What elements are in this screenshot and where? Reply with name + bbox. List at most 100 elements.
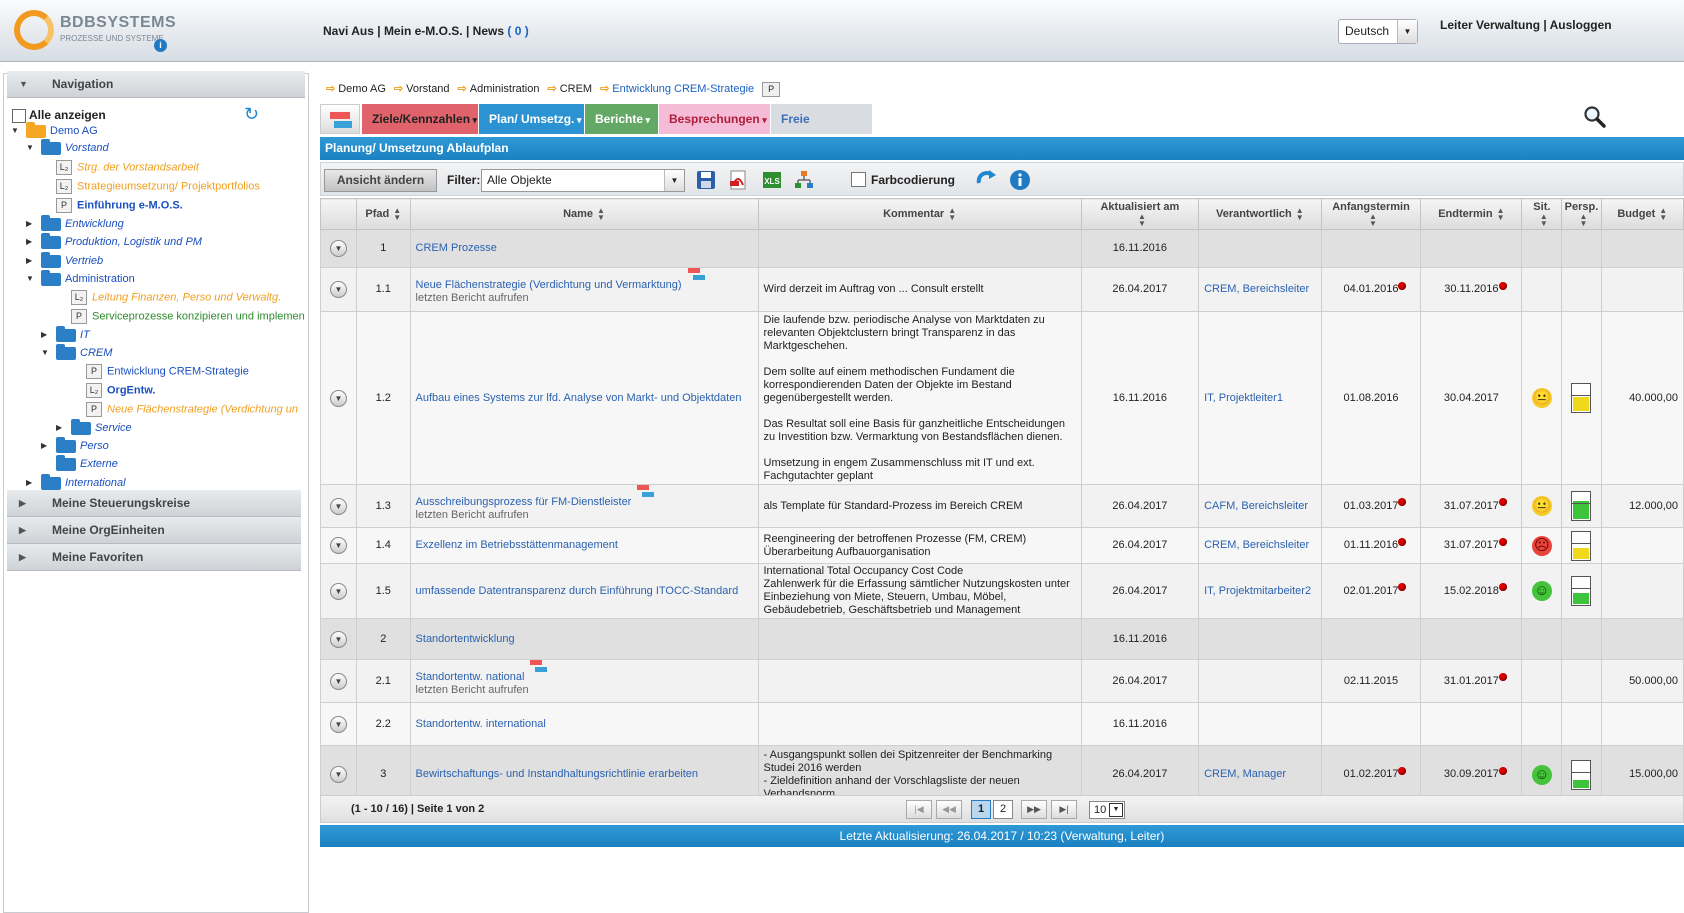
tree-node[interactable]: P Neue Flächenstrategie (Verdichtung un — [86, 402, 298, 417]
tree-node[interactable]: L₂ Strg. der Vorstandsarbeit — [56, 160, 199, 175]
chevron-right-icon[interactable]: ▶ — [56, 421, 62, 435]
expand-toggle-icon[interactable]: ▼ — [330, 497, 347, 515]
tree-node[interactable]: ▼ Vorstand — [26, 138, 109, 155]
report-icon[interactable] — [637, 484, 655, 499]
column-header[interactable]: Sit. ▲ ▼ — [1521, 198, 1563, 230]
search-icon[interactable] — [1583, 105, 1607, 129]
save-icon[interactable] — [695, 169, 717, 191]
sort-icon[interactable]: ▲ ▼ — [948, 207, 956, 222]
task-name-link[interactable]: Exzellenz im Betriebsstättenmanagement — [416, 539, 618, 551]
tree-node[interactable]: L₂ Strategieumsetzung/ Projektportfolios — [56, 179, 260, 194]
expand-toggle-icon[interactable]: ▼ — [330, 672, 347, 690]
module-overview-icon[interactable] — [320, 104, 360, 134]
info-icon[interactable]: i — [154, 39, 167, 52]
sort-icon[interactable]: ▲ ▼ — [1296, 207, 1304, 222]
pdf-export-icon[interactable] — [727, 169, 749, 191]
last-report-link[interactable]: letzten Bericht aufrufen — [416, 292, 529, 304]
nav-accordion-header[interactable]: ▼ Navigation — [7, 71, 305, 98]
tree-node[interactable]: ▶ Entwicklung — [26, 214, 124, 231]
task-name-link[interactable]: Bewirtschaftungs- und Instandhaltungsric… — [416, 768, 699, 780]
change-view-button[interactable]: Ansicht ändern — [324, 169, 437, 192]
first-page-button[interactable]: |◀ — [906, 800, 932, 819]
column-header[interactable]: Name ▲ ▼ — [409, 198, 759, 230]
tree-node[interactable]: ▶ IT — [41, 325, 90, 342]
chevron-down-icon[interactable]: ▼ — [11, 124, 19, 138]
menu-4[interactable]: Besprechungen ▾ — [659, 104, 770, 134]
sort-icon[interactable]: ▲ ▼ — [1369, 213, 1377, 228]
sort-icon[interactable]: ▲ ▼ — [1138, 213, 1146, 228]
breadcrumb-item[interactable]: ⇨ Vorstand — [394, 83, 450, 95]
tree-node[interactable]: ▼ Demo AG — [11, 121, 98, 138]
chevron-down-icon[interactable]: ▼ — [41, 346, 49, 360]
chevron-down-icon[interactable]: ▼ — [1397, 20, 1417, 43]
breadcrumb-item[interactable]: ⇨ Entwicklung CREM-Strategie — [600, 83, 754, 95]
column-header[interactable]: Kommentar ▲ ▼ — [757, 198, 1082, 230]
sidebar-section-2[interactable]: ▶ Meine OrgEinheiten — [7, 517, 301, 544]
info-icon[interactable] — [1009, 169, 1031, 191]
sort-icon[interactable]: ▲ ▼ — [597, 207, 605, 222]
page-size-select[interactable]: 10 ▼ — [1089, 801, 1125, 819]
refresh-icon[interactable] — [975, 169, 997, 191]
column-header[interactable]: Verantwortlich ▲ ▼ — [1198, 198, 1322, 230]
breadcrumb-item[interactable]: ⇨ Demo AG — [326, 83, 386, 95]
tree-node[interactable]: ▶ Service — [56, 418, 132, 435]
tree-node[interactable]: L₂ Leitung Finanzen, Perso und Verwaltg. — [71, 290, 281, 305]
news-link[interactable]: News — [473, 24, 504, 38]
tree-node[interactable]: ▶ Vertrieb — [26, 251, 103, 268]
task-name-link[interactable]: Neue Flächenstrategie (Verdichtung und V… — [416, 279, 682, 291]
breadcrumb-item[interactable]: ⇨ CREM — [547, 83, 592, 95]
bdb-logo[interactable]: BDBSYSTEMS PROZESSE UND SYSTEME i — [14, 8, 184, 54]
column-header[interactable]: Pfad ▲ ▼ — [356, 198, 411, 230]
responsible-link[interactable]: CAFM, Bereichsleiter — [1204, 500, 1308, 512]
last-report-link[interactable]: letzten Bericht aufrufen — [416, 684, 529, 696]
tree-node[interactable]: Externe — [56, 454, 118, 471]
tree-node[interactable]: ▶ Perso — [41, 436, 109, 453]
menu-2[interactable]: Plan/ Umsetzg. ▾ — [479, 104, 584, 134]
responsible-link[interactable]: CREM, Bereichsleiter — [1204, 283, 1309, 295]
chevron-right-icon[interactable]: ▶ — [26, 217, 32, 231]
menu-3[interactable]: Berichte ▾ — [585, 104, 658, 134]
page-1-button[interactable]: 1 — [971, 800, 991, 819]
task-name-link[interactable]: Standortentw. national — [416, 671, 525, 683]
tree-node[interactable]: L₂ OrgEntw. — [86, 383, 155, 398]
tree-node[interactable]: P Einführung e-M.O.S. — [56, 198, 183, 213]
tree-node[interactable]: P Entwicklung CREM-Strategie — [86, 364, 249, 379]
report-icon[interactable] — [530, 659, 548, 674]
language-select[interactable]: Deutsch ▼ — [1338, 19, 1418, 44]
report-icon[interactable] — [687, 268, 706, 282]
expand-toggle-icon[interactable]: ▼ — [330, 630, 347, 648]
expand-toggle-icon[interactable]: ▼ — [330, 715, 347, 733]
responsible-link[interactable]: CREM, Bereichsleiter — [1204, 539, 1309, 551]
expand-toggle-icon[interactable]: ▼ — [330, 389, 347, 407]
navi-aus-link[interactable]: Navi Aus — [323, 24, 374, 38]
breadcrumb-item[interactable]: ⇨ Administration — [458, 83, 540, 95]
column-header[interactable]: Anfangstermin ▲ ▼ — [1320, 198, 1422, 230]
sort-icon[interactable]: ▲ ▼ — [1540, 213, 1548, 228]
task-name-link[interactable]: Standortentwicklung — [416, 633, 515, 645]
prev-page-button[interactable]: ◀◀ — [936, 800, 962, 819]
sort-icon[interactable]: ▲ ▼ — [393, 207, 401, 222]
chevron-right-icon[interactable]: ▶ — [26, 254, 32, 268]
task-name-link[interactable]: CREM Prozesse — [416, 242, 497, 254]
mein-emos-link[interactable]: Mein e-M.O.S. — [384, 24, 463, 38]
task-name-link[interactable]: Aufbau eines Systems zur lfd. Analyse vo… — [416, 392, 742, 404]
tree-node[interactable]: ▶ International — [26, 473, 126, 490]
show-all-checkbox[interactable] — [12, 108, 26, 123]
responsible-link[interactable]: IT, Projektleiter1 — [1204, 392, 1283, 404]
chevron-down-icon[interactable]: ▼ — [26, 141, 34, 155]
next-page-button[interactable]: ▶▶ — [1021, 800, 1047, 819]
expand-toggle-icon[interactable]: ▼ — [330, 537, 347, 554]
tree-node[interactable]: P Serviceprozesse konzipieren und impleme… — [71, 309, 305, 324]
filter-select[interactable]: Alle Objekte ▼ — [481, 169, 685, 192]
task-name-link[interactable]: umfassende Datentransparenz durch Einfüh… — [416, 585, 739, 597]
chevron-right-icon[interactable]: ▶ — [41, 439, 47, 453]
responsible-link[interactable]: CREM, Manager — [1204, 768, 1286, 780]
last-report-link[interactable]: letzten Bericht aufrufen — [416, 509, 529, 521]
page-2-button[interactable]: 2 — [993, 800, 1013, 819]
last-page-button[interactable]: ▶| — [1051, 800, 1077, 819]
expand-toggle-icon[interactable]: ▼ — [330, 281, 347, 298]
news-count[interactable]: ( 0 ) — [507, 24, 528, 38]
breadcrumb-doc-icon[interactable]: P — [762, 82, 781, 97]
user-name[interactable]: Leiter Verwaltung — [1440, 18, 1540, 32]
sort-icon[interactable]: ▲ ▼ — [1580, 213, 1588, 228]
